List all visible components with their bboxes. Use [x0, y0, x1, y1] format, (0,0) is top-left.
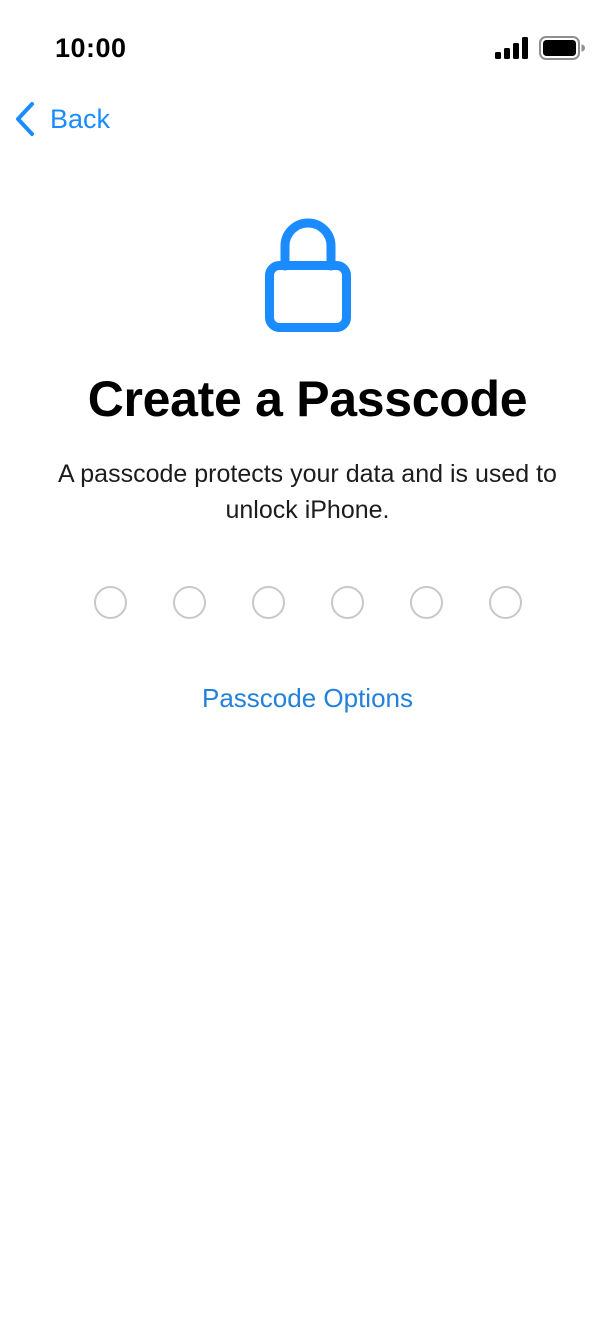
passcode-dot	[409, 586, 443, 619]
passcode-dot	[330, 586, 364, 619]
passcode-dot	[251, 586, 285, 619]
passcode-entry[interactable]	[0, 586, 615, 619]
back-button[interactable]: Back	[14, 98, 110, 140]
page-title: Create a Passcode	[87, 371, 528, 427]
status-icons	[495, 36, 585, 60]
back-label: Back	[50, 104, 111, 134]
signal-icon	[495, 37, 529, 59]
page-description: A passcode protects your data and is use…	[58, 460, 557, 524]
chevron-left-icon	[14, 101, 36, 137]
status-time: 10:00	[55, 33, 127, 63]
passcode-options-button[interactable]: Passcode Options	[0, 680, 615, 716]
passcode-dot	[172, 586, 206, 619]
lock-icon	[0, 210, 615, 336]
passcode-dot	[488, 586, 522, 619]
passcode-options-label: Passcode Options	[201, 683, 413, 713]
passcode-dot	[93, 586, 127, 619]
battery-icon	[539, 36, 585, 60]
status-bar: 10:00	[0, 0, 615, 96]
